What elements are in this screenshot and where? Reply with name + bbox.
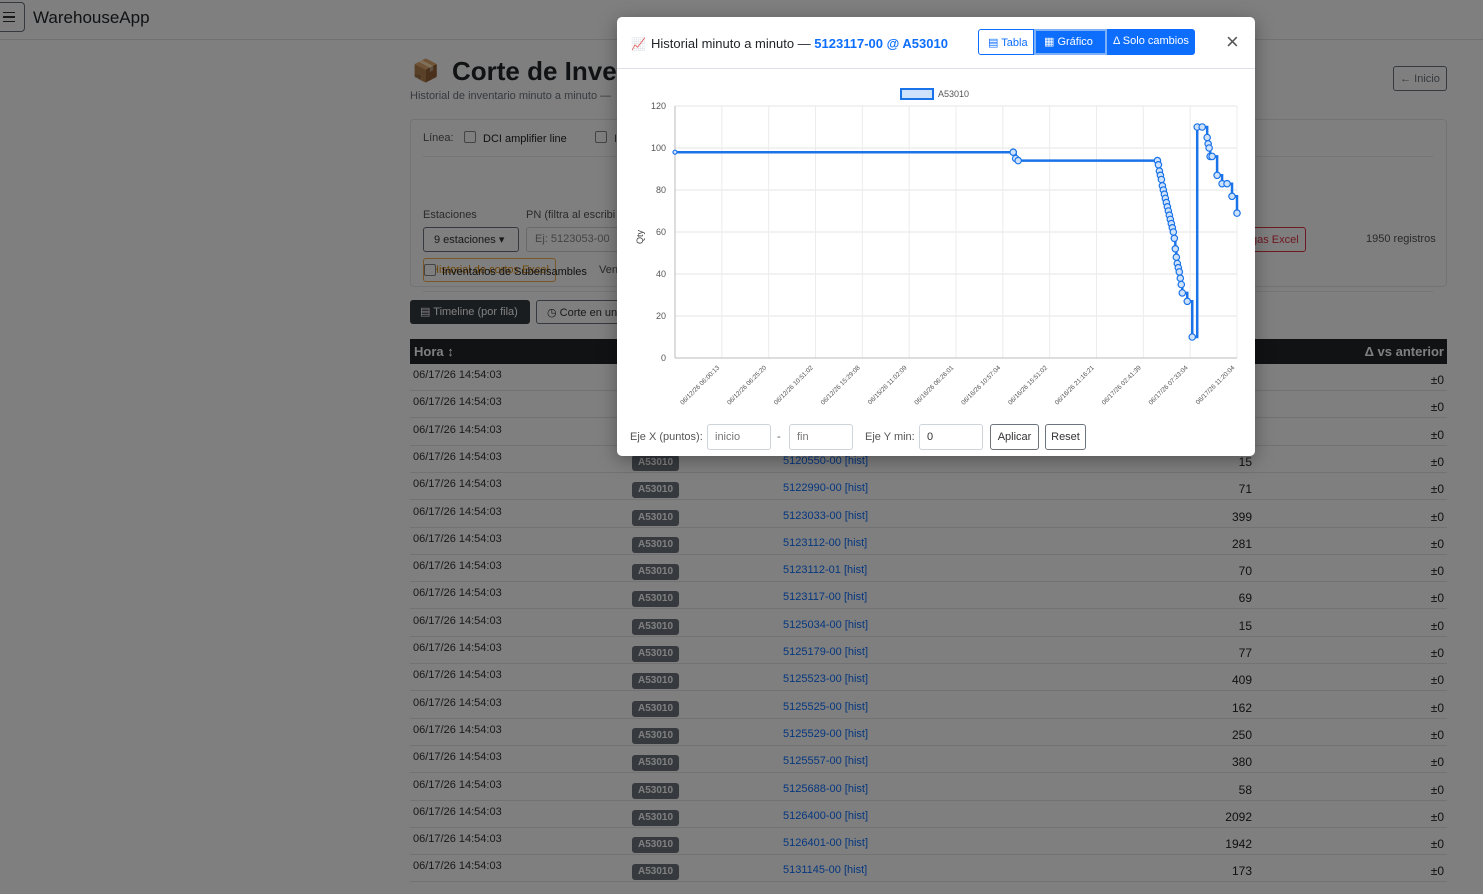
data-point (1205, 144, 1213, 152)
data-point (1213, 171, 1221, 180)
data-point (1188, 333, 1197, 341)
x-tick-label: 06/15/26 11:02:09 (867, 364, 909, 406)
x-tick-label: 06/12/26 10:51:02 (773, 364, 815, 406)
data-point (672, 149, 678, 155)
modal-title-highlight: 5123117-00 @ A53010 (814, 36, 948, 51)
x-tick-label: 06/12/26 15:29:08 (820, 364, 862, 406)
data-point (1228, 192, 1236, 201)
y-min-input[interactable]: 0 (919, 424, 983, 450)
data-point (1171, 245, 1180, 253)
modal-title-prefix: Historial minuto a minuto — (651, 36, 811, 51)
y-tick-label: 0 (661, 353, 666, 363)
x-tick-label: 06/16/26 10:57:04 (960, 364, 1002, 406)
history-modal: 📈 Historial minuto a minuto — 5123117-00… (617, 17, 1255, 456)
tab-grafico[interactable]: ▦ Gráfico (1034, 29, 1107, 55)
data-point (1208, 152, 1216, 161)
x-tick-label: 06/17/26 07:33:04 (1148, 364, 1190, 406)
range-dash: - (777, 431, 781, 443)
data-point (1169, 228, 1178, 236)
y-tick-label: 80 (656, 185, 666, 195)
data-point (1009, 148, 1017, 157)
y-tick-label: 40 (656, 269, 666, 279)
data-point (1157, 175, 1166, 184)
data-point (1176, 274, 1185, 283)
clipboard-icon: ▤ (988, 37, 1002, 49)
legend-label: A53010 (938, 89, 969, 99)
y-tick-label: 20 (656, 311, 666, 321)
y-tick-label: 100 (651, 143, 666, 153)
modal-header: 📈 Historial minuto a minuto — 5123117-00… (617, 17, 1255, 69)
reset-button[interactable]: Reset (1045, 424, 1086, 450)
y-tick-label: 120 (651, 101, 666, 111)
close-icon[interactable]: × (1226, 31, 1239, 53)
x-tick-label: 06/17/26 02:41:39 (1101, 364, 1143, 406)
x-tick-label: 06/17/26 11:20:04 (1195, 364, 1237, 406)
x-tick-label: 06/12/26 06:00:13 (679, 364, 721, 406)
modal-title: Historial minuto a minuto — 5123117-00 @… (651, 36, 948, 51)
tab-solo-cambios[interactable]: Δ Solo cambios (1107, 29, 1195, 55)
history-chart: 02040608010012006/12/26 06:00:13 06/12/26… (635, 88, 1241, 406)
x-end-input[interactable]: fin (789, 424, 853, 450)
data-point (1170, 234, 1179, 243)
data-point (1177, 280, 1186, 289)
y-min-label: Eje Y min: (865, 431, 915, 443)
x-axis-label: Eje X (puntos): (630, 431, 703, 443)
data-point (1223, 179, 1231, 188)
data-point (1172, 253, 1181, 262)
data-point (1014, 156, 1022, 165)
legend-swatch (900, 88, 934, 100)
x-tick-label: 06/16/26 06:26:01 (913, 364, 955, 406)
chart-icon: 📈 (631, 37, 646, 51)
tab-tabla[interactable]: ▤ Tabla (978, 29, 1034, 55)
x-tick-label: 06/16/26 21:16:21 (1054, 364, 1096, 406)
data-point (1203, 133, 1211, 142)
x-tick-label: 06/12/26 06:25:20 (726, 364, 768, 406)
x-tick-label: 06/16/26 15:51:02 (1007, 364, 1049, 406)
y-axis-label: Qty (635, 230, 645, 245)
data-point (1233, 209, 1241, 217)
x-start-input[interactable]: inicio (707, 424, 771, 450)
y-tick-label: 60 (656, 227, 666, 237)
tab-tabla-label: Tabla (1001, 37, 1028, 49)
data-point (1178, 289, 1187, 297)
data-point (1175, 268, 1184, 276)
data-point (1198, 123, 1206, 131)
data-point (1183, 297, 1192, 306)
data-point (1154, 161, 1163, 169)
chart-icon: ▦ (1044, 36, 1058, 48)
apply-button[interactable]: Aplicar (990, 424, 1039, 450)
tab-grafico-label: Gráfico (1057, 36, 1093, 48)
